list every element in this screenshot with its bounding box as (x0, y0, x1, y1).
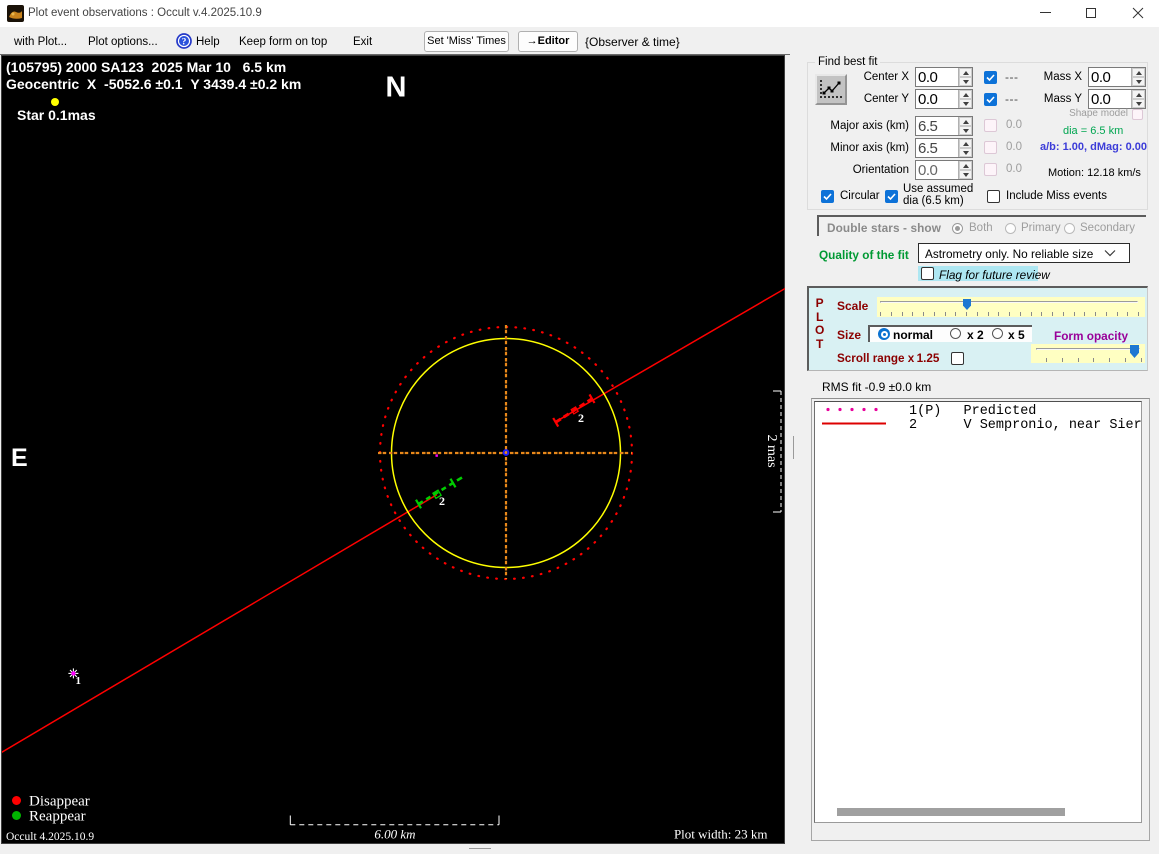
svg-text:Geocentric X -5052.6 ±0.1 Y: Geocentric X -5052.6 ±0.1 Y 3439.4 ±0.2 … (6, 76, 301, 92)
svg-text:2 mas: 2 mas (764, 434, 779, 467)
svg-text:1(P): 1(P) (909, 404, 941, 419)
svg-text:2: 2 (578, 411, 584, 425)
svg-text:(105795) 2000 SA123 2025 Mar: (105795) 2000 SA123 2025 Mar 10 6.5 km (6, 59, 286, 75)
svg-text:2: 2 (909, 418, 917, 433)
svg-text:Reappear: Reappear (29, 809, 86, 825)
svg-text:Plot width: 23 km: Plot width: 23 km (674, 827, 768, 842)
svg-text:E: E (11, 444, 28, 472)
svg-text:Disappear: Disappear (29, 794, 90, 810)
svg-text:1: 1 (76, 675, 82, 687)
svg-text:2: 2 (439, 494, 445, 508)
svg-text:6.00 km: 6.00 km (374, 827, 415, 842)
svg-text:Predicted: Predicted (964, 404, 1037, 419)
svg-text:V Sempronio, near Sierr: V Sempronio, near Sierr (964, 418, 1142, 433)
svg-text:Star 0.1mas: Star 0.1mas (17, 107, 96, 123)
svg-text:N: N (386, 72, 407, 104)
svg-text:Occult 4.2025.10.9: Occult 4.2025.10.9 (6, 831, 94, 843)
svg-text:?: ? (182, 38, 187, 48)
